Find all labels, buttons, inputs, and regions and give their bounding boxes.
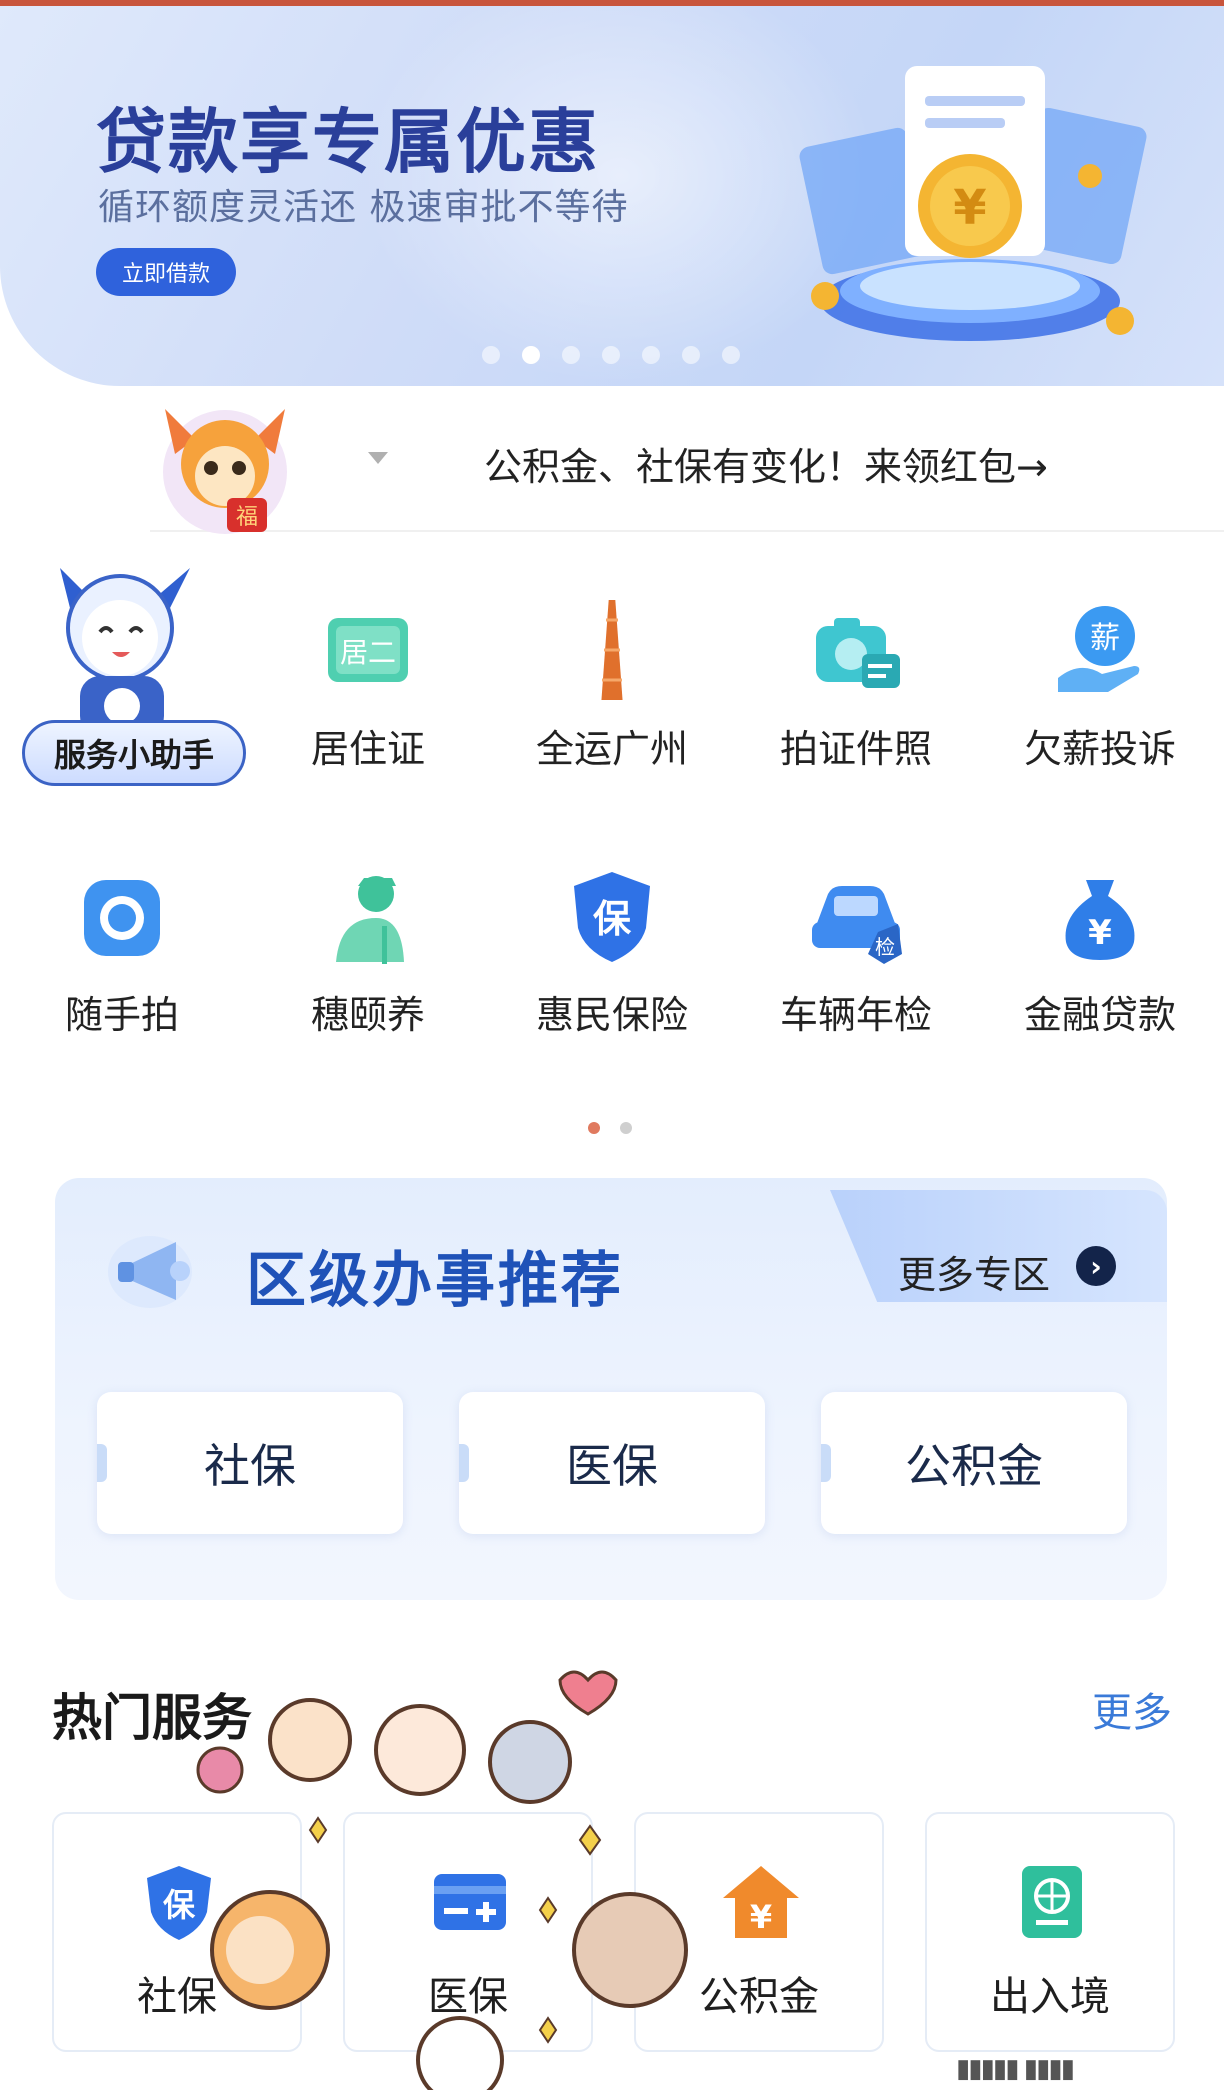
hot-service-label: 医保 bbox=[428, 1974, 508, 2020]
borrow-now-button[interactable]: 立即借款 bbox=[96, 248, 236, 296]
grid-page-dots bbox=[588, 1122, 632, 1134]
id-card-icon: 居二 bbox=[328, 618, 408, 682]
district-title: 区级办事推荐 bbox=[246, 1246, 624, 1316]
service-label: 拍证件照 bbox=[779, 727, 932, 771]
carousel-dot[interactable] bbox=[482, 346, 500, 364]
carousel-dot[interactable] bbox=[722, 346, 740, 364]
svg-text:薪: 薪 bbox=[1090, 621, 1120, 656]
page-dot-active[interactable] bbox=[588, 1122, 600, 1134]
service-label: 全运广州 bbox=[535, 727, 688, 771]
hot-services-title: 热门服务 bbox=[52, 1689, 252, 1747]
service-snapshot[interactable]: 随手拍 bbox=[22, 866, 222, 1076]
dragon-mascot-icon[interactable]: 福 bbox=[145, 394, 305, 539]
svg-text:检: 检 bbox=[875, 935, 895, 959]
service-insurance[interactable]: 保 惠民保险 bbox=[512, 866, 712, 1076]
camera-id-icon bbox=[816, 618, 900, 688]
service-vehicle-inspection[interactable]: 检 车辆年检 bbox=[756, 866, 956, 1076]
house-yuan-icon: ¥ bbox=[723, 1866, 799, 1938]
carousel-dot[interactable] bbox=[642, 346, 660, 364]
shield-icon: 保 bbox=[147, 1866, 211, 1940]
carousel-dot[interactable] bbox=[562, 346, 580, 364]
hot-services-more-link[interactable]: 更多 bbox=[1092, 1680, 1172, 1738]
canton-tower-icon bbox=[601, 600, 623, 700]
district-card-housing-fund[interactable]: 公积金 bbox=[821, 1392, 1127, 1534]
svg-text:¥: ¥ bbox=[750, 1898, 772, 1936]
district-card-social-security[interactable]: 社保 bbox=[97, 1392, 403, 1534]
svg-text:福: 福 bbox=[236, 505, 258, 530]
hot-service-label: 社保 bbox=[137, 1974, 217, 2020]
hot-service-housing-fund[interactable]: ¥ 公积金 bbox=[634, 1812, 884, 2052]
service-financial-loan[interactable]: ¥ 金融贷款 bbox=[1000, 866, 1200, 1076]
notice-text[interactable]: 公积金、社保有变化！来领红包→ bbox=[484, 436, 1048, 491]
hot-service-social-security[interactable]: 保 社保 bbox=[52, 1812, 302, 2052]
svg-text:保: 保 bbox=[593, 897, 632, 941]
watermark: ▮▮▮▮▮ ▮▮▮▮ bbox=[956, 2054, 1075, 2084]
passport-icon bbox=[1022, 1866, 1082, 1938]
service-wage-complaint[interactable]: 薪 欠薪投诉 bbox=[1000, 600, 1200, 810]
service-label: 穗颐养 bbox=[310, 993, 425, 1037]
camera-icon bbox=[84, 880, 160, 956]
service-label: 金融贷款 bbox=[1023, 993, 1176, 1037]
hot-service-label: 公积金 bbox=[699, 1974, 819, 2020]
carousel-dot[interactable] bbox=[602, 346, 620, 364]
megaphone-icon bbox=[108, 1236, 192, 1308]
svg-text:¥: ¥ bbox=[953, 180, 986, 236]
banner-subtitle: 循环额度灵活还 极速审批不等待 bbox=[98, 187, 629, 228]
banner-carousel-dots bbox=[482, 346, 740, 364]
promo-banner[interactable]: 贷款享专属优惠 循环额度灵活还 极速审批不等待 立即借款 ¥ bbox=[0, 6, 1224, 386]
service-elder-care[interactable]: 穗颐养 bbox=[268, 866, 468, 1076]
banner-title: 贷款享专属优惠 bbox=[96, 101, 600, 183]
page-dot[interactable] bbox=[620, 1122, 632, 1134]
district-more-link[interactable]: 更多专区 bbox=[898, 1244, 1050, 1299]
service-label: 居住证 bbox=[310, 727, 425, 771]
svg-text:居二: 居二 bbox=[340, 636, 396, 669]
chevron-down-icon[interactable] bbox=[368, 452, 388, 464]
coin-document-illustration: ¥ bbox=[799, 66, 1147, 341]
service-label: 惠民保险 bbox=[535, 993, 688, 1037]
service-residence-permit[interactable]: 居二 居住证 bbox=[268, 600, 468, 810]
service-label: 欠薪投诉 bbox=[1023, 727, 1176, 771]
service-id-photo[interactable]: 拍证件照 bbox=[756, 600, 956, 810]
hot-service-exit-entry[interactable]: 出入境 bbox=[925, 1812, 1175, 2052]
salary-hand-icon: 薪 bbox=[1058, 606, 1140, 692]
carousel-dot-active[interactable] bbox=[522, 346, 540, 364]
service-label: 车辆年检 bbox=[779, 993, 932, 1037]
money-bag-icon: ¥ bbox=[1065, 880, 1135, 960]
service-label: 随手拍 bbox=[64, 993, 179, 1037]
hot-service-medical-insurance[interactable]: 医保 bbox=[343, 1812, 593, 2052]
insurance-shield-icon: 保 bbox=[574, 872, 650, 962]
card-plus-icon bbox=[434, 1874, 506, 1930]
chevron-right-icon[interactable]: › bbox=[1076, 1246, 1116, 1286]
carousel-dot[interactable] bbox=[682, 346, 700, 364]
car-inspection-icon: 检 bbox=[812, 886, 902, 964]
service-assistant-label[interactable]: 服务小助手 bbox=[22, 720, 246, 786]
service-national-games[interactable]: 全运广州 bbox=[512, 600, 712, 810]
hot-service-label: 出入境 bbox=[990, 1974, 1110, 2020]
district-card-medical-insurance[interactable]: 医保 bbox=[459, 1392, 765, 1534]
svg-text:保: 保 bbox=[163, 1886, 196, 1924]
svg-text:¥: ¥ bbox=[1088, 913, 1112, 953]
elder-icon bbox=[336, 876, 404, 964]
